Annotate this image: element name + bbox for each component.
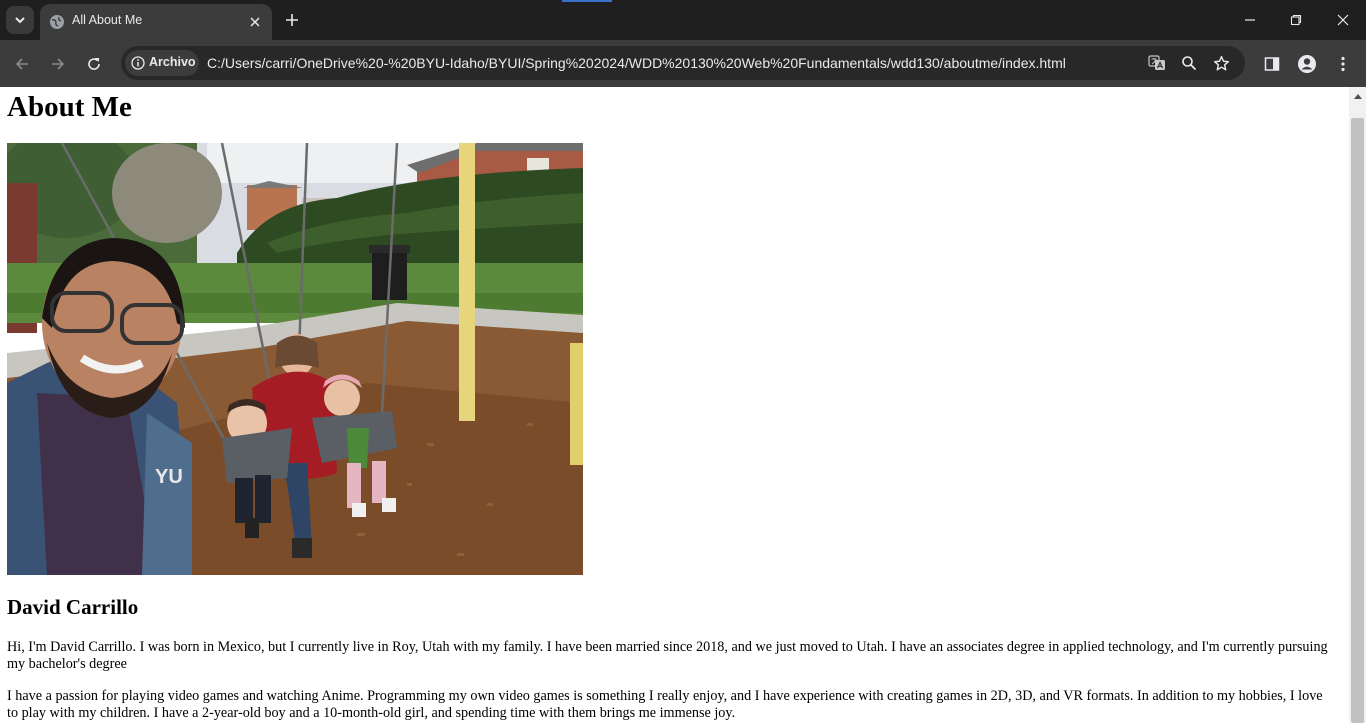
translate-button[interactable] <box>1147 53 1167 73</box>
svg-text:YU: YU <box>155 466 183 488</box>
tab-strip: All About Me <box>0 0 1366 40</box>
site-chip-label: Archivo <box>149 55 196 69</box>
zoom-button[interactable] <box>1179 53 1199 73</box>
bio-paragraph-2: I have a passion for playing video games… <box>7 688 1323 721</box>
scrollbar-thumb[interactable] <box>1351 118 1364 723</box>
restore-icon <box>1290 14 1302 26</box>
minimize-icon <box>1245 19 1255 21</box>
translate-icon <box>1148 55 1165 70</box>
site-info-chip[interactable]: Archivo <box>125 50 199 76</box>
page-viewport: About Me YU David Carrillo Hi, I'm David… <box>0 87 1349 723</box>
close-icon <box>250 17 260 27</box>
tab-search-button[interactable] <box>6 6 34 34</box>
scroll-up-button[interactable] <box>1349 87 1366 104</box>
bookmark-star-icon <box>1213 55 1229 70</box>
browser-menu-button[interactable] <box>1330 51 1356 77</box>
reload-icon <box>88 58 100 70</box>
profile-button[interactable] <box>1294 51 1320 77</box>
back-button[interactable] <box>9 51 35 77</box>
side-panel-icon <box>1264 57 1280 71</box>
tab-active[interactable]: All About Me <box>40 4 272 40</box>
url-text[interactable]: C:/Users/carri/OneDrive%20-%20BYU-Idaho/… <box>207 55 1066 71</box>
forward-icon <box>52 58 65 70</box>
forward-button[interactable] <box>45 51 71 77</box>
address-bar[interactable]: Archivo C:/Users/carri/OneDrive%20-%20BY… <box>121 46 1245 80</box>
restore-button[interactable] <box>1273 0 1319 40</box>
zoom-icon <box>1182 56 1197 71</box>
menu-icon <box>1341 56 1345 72</box>
chevron-down-icon <box>15 17 25 24</box>
window-accent-bar <box>562 0 612 2</box>
info-icon <box>131 56 145 70</box>
person-name-heading: David Carrillo <box>7 595 139 619</box>
vertical-scrollbar[interactable] <box>1349 87 1366 723</box>
bookmark-button[interactable] <box>1211 53 1231 73</box>
back-icon <box>15 58 28 70</box>
reload-button[interactable] <box>81 51 107 77</box>
new-tab-button[interactable] <box>280 8 304 32</box>
triangle-up-icon <box>1353 93 1362 99</box>
profile-icon <box>1298 55 1316 73</box>
minimize-button[interactable] <box>1227 0 1273 40</box>
side-panel-button[interactable] <box>1259 51 1285 77</box>
bio-paragraph-1: Hi, I'm David Carrillo. I was born in Me… <box>7 639 1328 672</box>
globe-icon <box>50 15 64 29</box>
page-title: About Me <box>7 91 132 123</box>
close-icon <box>1337 14 1349 26</box>
family-photo: YU <box>7 143 583 575</box>
close-window-button[interactable] <box>1320 0 1366 40</box>
close-tab-button[interactable] <box>246 13 264 31</box>
plus-icon <box>286 14 298 26</box>
browser-toolbar: Archivo C:/Users/carri/OneDrive%20-%20BY… <box>0 40 1366 87</box>
tab-title: All About Me <box>72 13 143 27</box>
